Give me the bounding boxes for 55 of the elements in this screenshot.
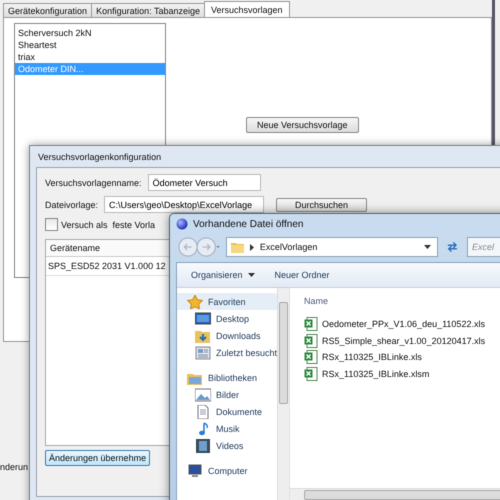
file-item[interactable]: Oedometer_PPx_V1.06_deu_110522.xls: [304, 316, 500, 332]
nav-item[interactable]: Bilder: [177, 386, 277, 403]
apply-changes-button[interactable]: Änderungen übernehme: [45, 450, 150, 466]
spreadsheet-file-icon: [304, 317, 318, 332]
list-item[interactable]: Scherversuch 2kN: [15, 27, 165, 39]
star-icon: [187, 294, 203, 308]
file-item[interactable]: RSx_110325_IBLinke.xlsm: [304, 366, 500, 382]
nav-item[interactable]: Downloads: [177, 327, 277, 344]
file-item[interactable]: RS5_Simple_shear_v1.00_20120417.xls: [304, 332, 500, 349]
nav-group[interactable]: Bibliotheken: [177, 369, 277, 386]
column-header[interactable]: Name: [304, 296, 500, 306]
dialog-title: Versuchsvorlagenkonfiguration: [37, 151, 162, 164]
address-bar[interactable]: ExcelVorlagen: [226, 237, 438, 257]
file-path-field[interactable]: C:\Users\geo\Desktop\ExcelVorlage: [104, 196, 264, 213]
field-label: Dateivorlage:: [45, 200, 98, 210]
tab[interactable]: Gerätekonfiguration: [3, 3, 92, 17]
scrollbar[interactable]: [277, 288, 289, 500]
file-item[interactable]: RSx_110325_IBLinke.xls: [304, 349, 500, 366]
checkbox-label: Versuch als feste Vorla: [61, 220, 156, 230]
search-field[interactable]: Excel: [467, 237, 500, 257]
tab[interactable]: Versuchsvorlagen: [204, 1, 290, 17]
nav-item[interactable]: Zuletzt besucht: [177, 344, 277, 361]
caret-icon: [248, 273, 255, 277]
label: nderun: [0, 462, 28, 472]
document-icon: [195, 404, 211, 418]
dropdown-icon[interactable]: [424, 245, 432, 249]
folder-icon: [230, 241, 245, 253]
list-item[interactable]: triax: [15, 51, 165, 63]
monitor-icon: [195, 312, 211, 326]
chevron-icon: [250, 244, 255, 250]
spreadsheet-file-icon: [304, 350, 318, 364]
recent-icon: [195, 346, 211, 360]
new-template-button[interactable]: Neue Versuchsvorlage: [246, 117, 359, 133]
video-icon: [195, 438, 211, 452]
spreadsheet-file-icon: [304, 366, 318, 381]
spreadsheet-file-icon: [304, 334, 318, 348]
nav-item[interactable]: Dokumente: [177, 403, 277, 420]
nav-group[interactable]: Favoriten: [177, 293, 277, 310]
nav-item[interactable]: Videos: [177, 437, 277, 454]
download-icon: [195, 328, 211, 342]
tab[interactable]: Konfiguration: Tabanzeige: [91, 3, 205, 17]
field-label: Versuchsvorlagenname:: [45, 178, 142, 188]
checkbox[interactable]: [45, 218, 58, 231]
list-item[interactable]: Sheartest: [15, 39, 165, 51]
scrollbar[interactable]: [290, 488, 500, 500]
back-forward-icon[interactable]: [178, 236, 220, 258]
computer-icon: [187, 464, 203, 478]
image-icon: [195, 388, 211, 402]
dialog-title: Vorhandene Datei öffnen: [193, 218, 304, 230]
app-icon: [176, 218, 188, 230]
nav-item[interactable]: Musik: [177, 420, 277, 437]
template-name-field[interactable]: Ödometer Versuch: [148, 174, 261, 191]
nav-item[interactable]: Desktop: [177, 310, 277, 327]
nav-group[interactable]: Computer: [177, 462, 277, 479]
browse-button[interactable]: Durchsuchen: [276, 198, 368, 212]
